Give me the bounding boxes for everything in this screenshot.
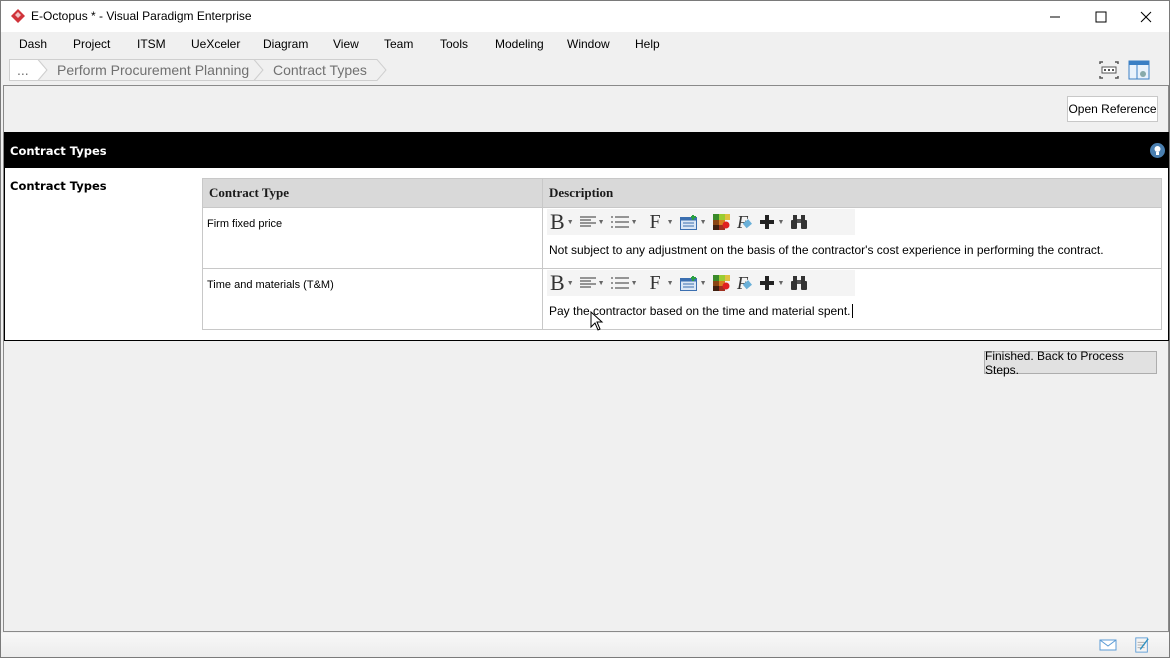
table-icon	[679, 275, 697, 291]
fit-screen-icon[interactable]	[1098, 60, 1120, 80]
format-button[interactable]: F	[733, 210, 757, 234]
menu-uexceler[interactable]: UeXceler	[191, 37, 240, 51]
color-icon	[712, 214, 730, 230]
list-button[interactable]: ▼	[608, 271, 641, 295]
format-button[interactable]: F	[733, 271, 757, 295]
rich-text-toolbar: B ▼ ▼ ▼ F ▼ ▼ F ▼	[547, 270, 855, 296]
list-icon	[610, 216, 629, 227]
color-button[interactable]	[710, 271, 733, 295]
contract-types-table: Contract Type Description Firm fixed pri…	[202, 178, 1162, 330]
column-header-description: Description	[542, 178, 1162, 208]
rich-text-toolbar: B ▼ ▼ ▼ F ▼ ▼ F ▼	[547, 209, 855, 235]
description-text-editing[interactable]: Pay the contractor based on the time and…	[547, 296, 1161, 318]
lightbulb-icon	[1154, 146, 1161, 155]
description-text[interactable]: Not subject to any adjustment on the bas…	[547, 235, 1161, 257]
menu-dash[interactable]: Dash	[19, 37, 47, 51]
maximize-button[interactable]	[1078, 1, 1124, 32]
open-reference-button[interactable]: Open Reference	[1067, 96, 1158, 122]
breadcrumb-root[interactable]: ...	[17, 59, 29, 81]
breadcrumb-contract-types[interactable]: Contract Types	[273, 59, 367, 81]
insert-icon	[759, 276, 774, 290]
binoculars-icon	[791, 276, 808, 290]
breadcrumb-perform-procurement-planning[interactable]: Perform Procurement Planning	[57, 59, 249, 81]
status-bar	[1, 633, 1169, 657]
table-header-row: Contract Type Description	[202, 178, 1162, 208]
list-button[interactable]: ▼	[608, 210, 641, 234]
find-button[interactable]	[787, 271, 811, 295]
description-cell[interactable]: B ▼ ▼ ▼ F ▼ ▼ F ▼ Not subject to any adjus…	[542, 207, 1162, 269]
format-icon: F	[736, 274, 752, 292]
align-icon	[579, 277, 596, 288]
column-header-contract-type: Contract Type	[202, 178, 543, 208]
title-bar: E-Octopus * - Visual Paradigm Enterprise	[1, 1, 1169, 32]
section-header: Contract Types	[5, 133, 1168, 168]
menu-itsm[interactable]: ITSM	[137, 37, 166, 51]
menu-diagram[interactable]: Diagram	[263, 37, 308, 51]
font-button[interactable]: F ▼	[647, 271, 677, 295]
contract-type-cell[interactable]: Firm fixed price	[202, 207, 543, 269]
window-title: E-Octopus * - Visual Paradigm Enterprise	[31, 9, 252, 23]
table-row: Time and materials (T&M) B ▼ ▼ ▼ F ▼ ▼ F ▼	[202, 268, 1162, 330]
table-button[interactable]: ▼	[677, 271, 710, 295]
menu-team[interactable]: Team	[384, 37, 413, 51]
contract-type-cell[interactable]: Time and materials (T&M)	[202, 268, 543, 330]
mail-icon[interactable]	[1099, 637, 1117, 653]
section-title: Contract Types	[10, 144, 107, 158]
hint-icon[interactable]	[1150, 143, 1165, 158]
text-caret	[851, 304, 853, 318]
insert-icon	[759, 215, 774, 229]
app-logo-icon	[11, 9, 25, 23]
breadcrumb: ... Perform Procurement Planning Contrac…	[1, 56, 1169, 84]
main-content: Open Reference Contract Types Contract T…	[3, 85, 1169, 632]
color-icon	[712, 275, 730, 291]
menu-help[interactable]: Help	[635, 37, 660, 51]
bold-button[interactable]: B ▼	[547, 210, 577, 234]
finished-back-button[interactable]: Finished. Back to Process Steps.	[984, 349, 1157, 377]
menu-tools[interactable]: Tools	[440, 37, 468, 51]
font-icon: F	[649, 211, 661, 233]
close-button[interactable]	[1123, 1, 1169, 32]
bold-icon: B	[550, 209, 565, 234]
color-button[interactable]	[710, 210, 733, 234]
layout-panel-icon[interactable]	[1128, 60, 1150, 80]
list-icon	[610, 277, 629, 288]
description-cell[interactable]: B ▼ ▼ ▼ F ▼ ▼ F ▼ Pay the contractor based…	[542, 268, 1162, 330]
contract-types-section: Contract Types Contract Types Contract T…	[4, 132, 1169, 341]
minimize-button[interactable]	[1032, 1, 1078, 32]
field-label: Contract Types	[10, 179, 107, 193]
font-icon: F	[649, 272, 661, 294]
menu-window[interactable]: Window	[567, 37, 610, 51]
find-button[interactable]	[787, 210, 811, 234]
maximize-icon	[1095, 11, 1107, 22]
close-icon	[1140, 11, 1152, 22]
format-icon: F	[736, 213, 752, 231]
align-button[interactable]: ▼	[577, 271, 608, 295]
table-icon	[679, 214, 697, 230]
table-row: Firm fixed price B ▼ ▼ ▼ F ▼ ▼ F ▼ Not s…	[202, 207, 1162, 269]
insert-button[interactable]: ▼	[757, 210, 788, 234]
description-text: Pay the contractor based on the time and…	[549, 304, 851, 318]
binoculars-icon	[791, 215, 808, 229]
insert-button[interactable]: ▼	[757, 271, 788, 295]
align-icon	[579, 216, 596, 227]
font-button[interactable]: F ▼	[647, 210, 677, 234]
bold-button[interactable]: B ▼	[547, 271, 577, 295]
menu-bar: Dash Project ITSM UeXceler Diagram View …	[1, 32, 1169, 56]
menu-view[interactable]: View	[333, 37, 359, 51]
bold-icon: B	[550, 270, 565, 295]
minimize-icon	[1050, 16, 1060, 17]
menu-modeling[interactable]: Modeling	[495, 37, 544, 51]
align-button[interactable]: ▼	[577, 210, 608, 234]
notes-icon[interactable]	[1133, 637, 1151, 653]
menu-project[interactable]: Project	[73, 37, 110, 51]
table-button[interactable]: ▼	[677, 210, 710, 234]
